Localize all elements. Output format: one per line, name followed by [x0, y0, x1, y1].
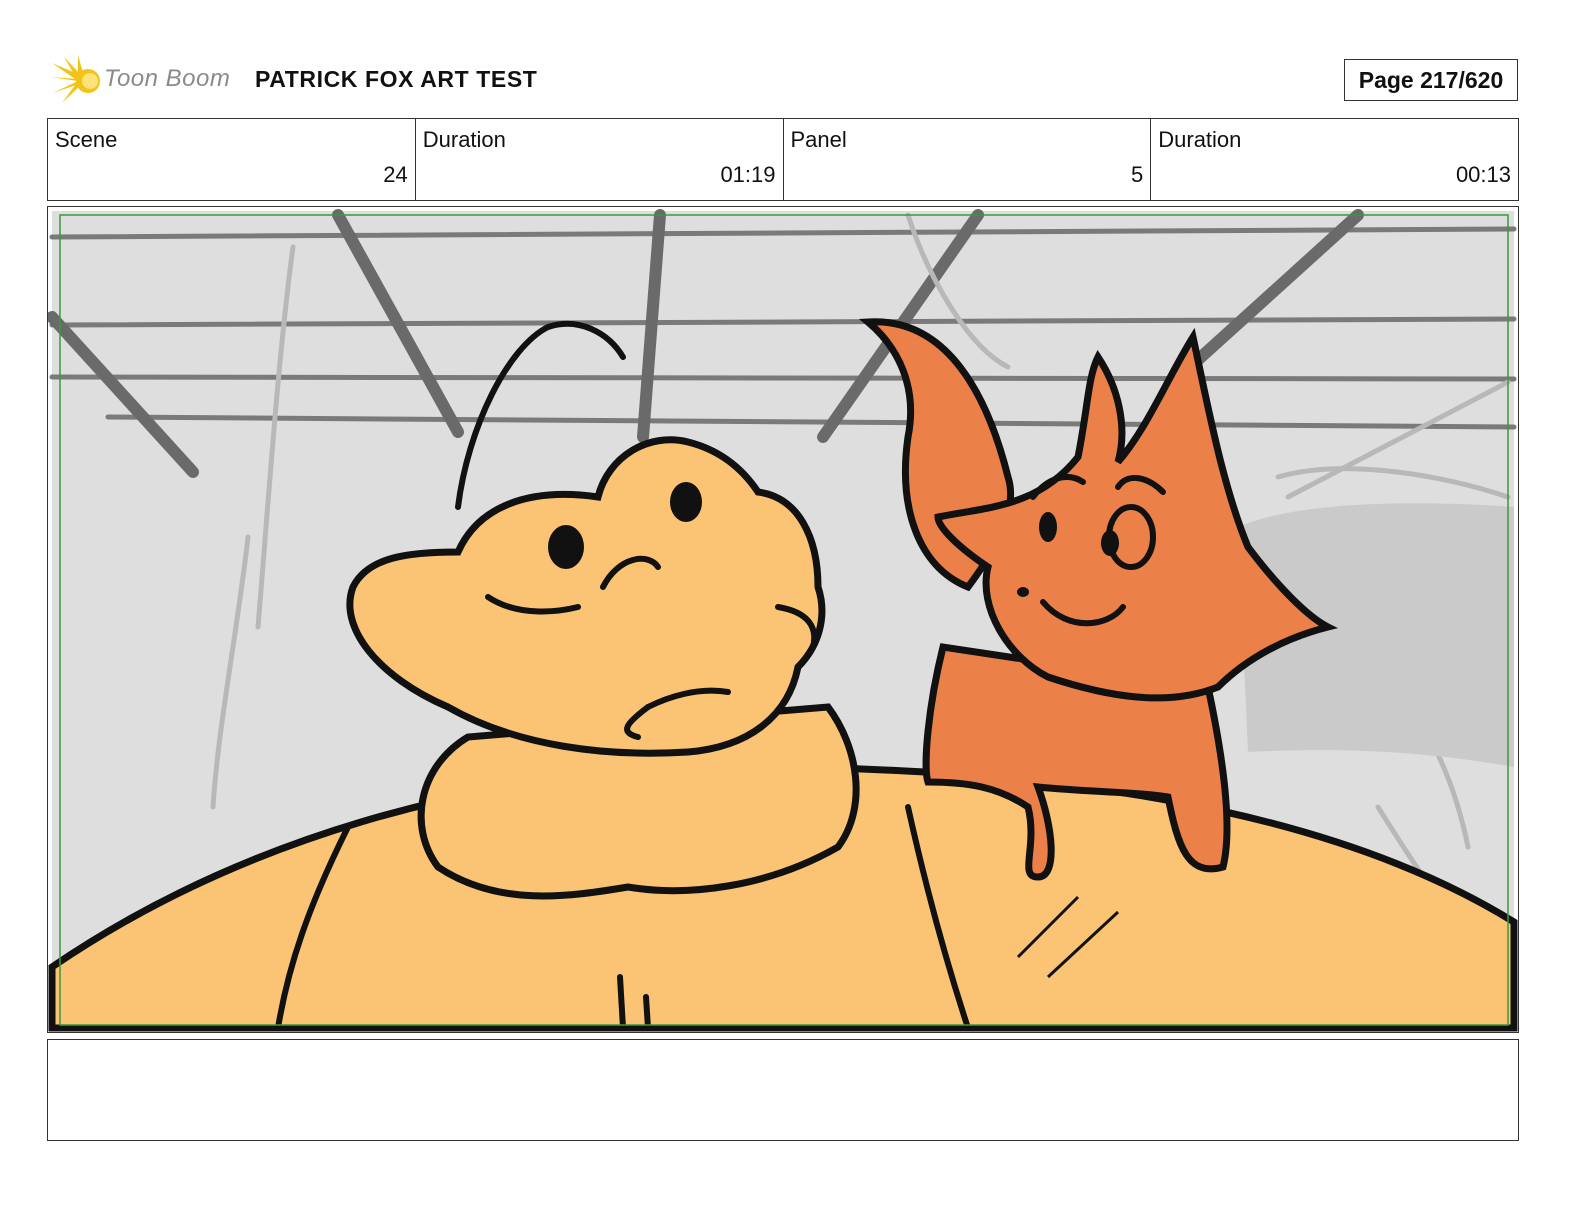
- panel-label: Panel: [790, 127, 847, 152]
- scene-cell: Scene 24: [48, 119, 416, 200]
- panel-duration-cell: Duration 00:13: [1151, 119, 1518, 200]
- scene-info-table: Scene 24 Duration 01:19 Panel 5 Duration…: [47, 118, 1519, 201]
- scene-label: Scene: [55, 127, 118, 152]
- storyboard-panel: [47, 206, 1519, 1033]
- panel-value: 5: [1131, 162, 1144, 187]
- scene-value: 24: [383, 162, 408, 187]
- scene-duration-label: Duration: [422, 127, 506, 152]
- logo-burst-icon: [50, 55, 100, 103]
- project-title: PATRICK FOX ART TEST: [255, 66, 538, 92]
- panel-cell: Panel 5: [784, 119, 1152, 200]
- panel-duration-value: 00:13: [1455, 162, 1511, 187]
- panel-duration-label: Duration: [1158, 127, 1242, 152]
- panel-notes-box: [47, 1039, 1519, 1141]
- scene-duration-cell: Duration 01:19: [416, 119, 784, 200]
- page-number: Page 217/620: [1344, 59, 1518, 101]
- toon-boom-logo: Toon Boom: [50, 55, 240, 107]
- logo-text: Toon Boom: [104, 65, 231, 92]
- panel-artwork: [48, 209, 1518, 1032]
- scene-duration-value: 01:19: [720, 162, 776, 187]
